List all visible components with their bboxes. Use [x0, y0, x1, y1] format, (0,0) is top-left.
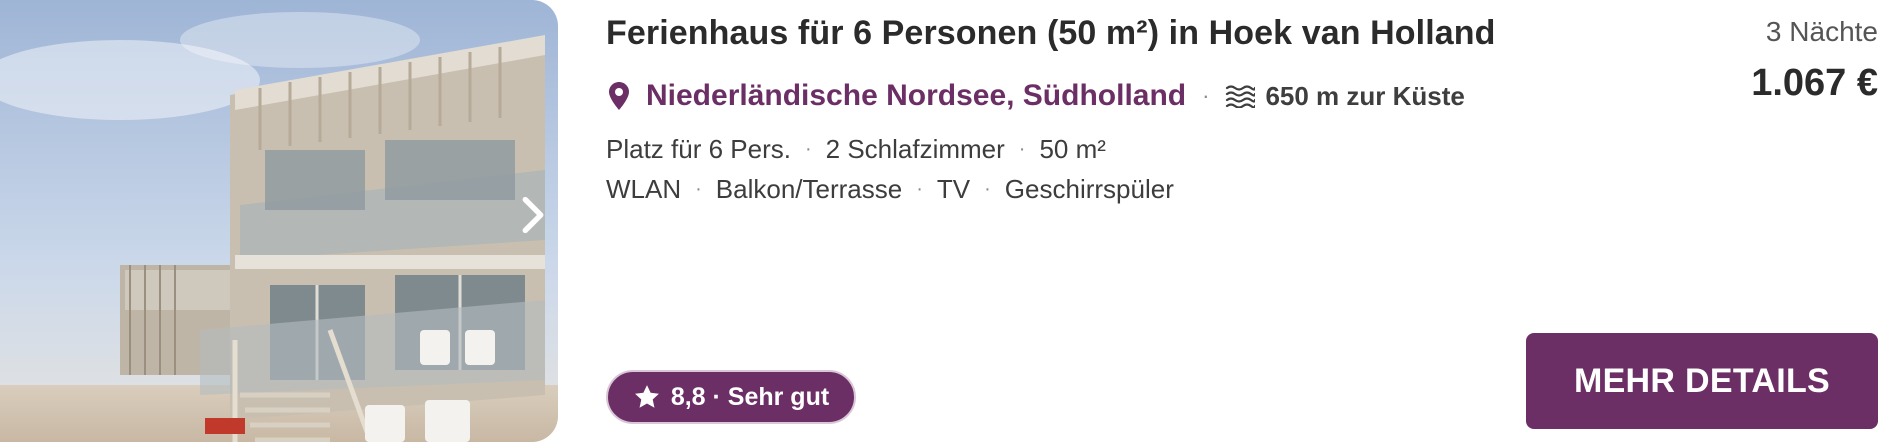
chevron-right-icon	[522, 196, 544, 234]
amenity-balcony: Balkon/Terrasse	[715, 173, 903, 204]
location-row: Niederländische Nordsee, Südholland · 65…	[608, 76, 1465, 116]
nights-label: 3 Nächte	[1765, 16, 1878, 47]
coast-distance: 650 m zur Küste	[1265, 80, 1465, 111]
amenity-tv: TV	[936, 173, 971, 204]
separator-dot: ·	[804, 137, 812, 160]
fact-bedrooms: 2 Schlafzimmer	[825, 133, 1005, 164]
listing-photo[interactable]	[0, 0, 558, 442]
waves-icon	[1226, 85, 1256, 108]
amenity-dishwasher: Geschirrspüler	[1004, 173, 1174, 204]
separator-dot: ·	[984, 177, 991, 200]
total-price: 1.067 €	[1751, 62, 1878, 104]
fact-capacity: Platz für 6 Pers.	[606, 133, 791, 164]
property-facts: Platz für 6 Pers. · 2 Schlafzimmer · 50 …	[606, 132, 1106, 166]
rating-badge[interactable]: 8,8 · Sehr gut	[606, 370, 856, 424]
fact-size: 50 m²	[1039, 133, 1106, 164]
listing-title[interactable]: Ferienhaus für 6 Personen (50 m²) in Hoe…	[606, 14, 1496, 53]
amenity-list: WLAN · Balkon/Terrasse · TV · Geschirrsp…	[606, 172, 1174, 206]
separator-dot: ·	[1018, 137, 1026, 160]
separator-dot: ·	[916, 177, 923, 200]
separator-dot: ·	[695, 177, 702, 200]
star-icon	[634, 385, 659, 408]
map-pin-icon	[609, 82, 629, 110]
region-link[interactable]: Niederländische Nordsee, Südholland	[646, 79, 1186, 113]
rating-text: 8,8 · Sehr gut	[670, 382, 830, 411]
amenity-wlan: WLAN	[606, 173, 682, 204]
separator-dot: ·	[1202, 83, 1210, 108]
gallery-next-button[interactable]	[516, 196, 550, 234]
beach-house-image	[0, 0, 558, 442]
more-details-button[interactable]: MEHR DETAILS	[1526, 333, 1878, 429]
